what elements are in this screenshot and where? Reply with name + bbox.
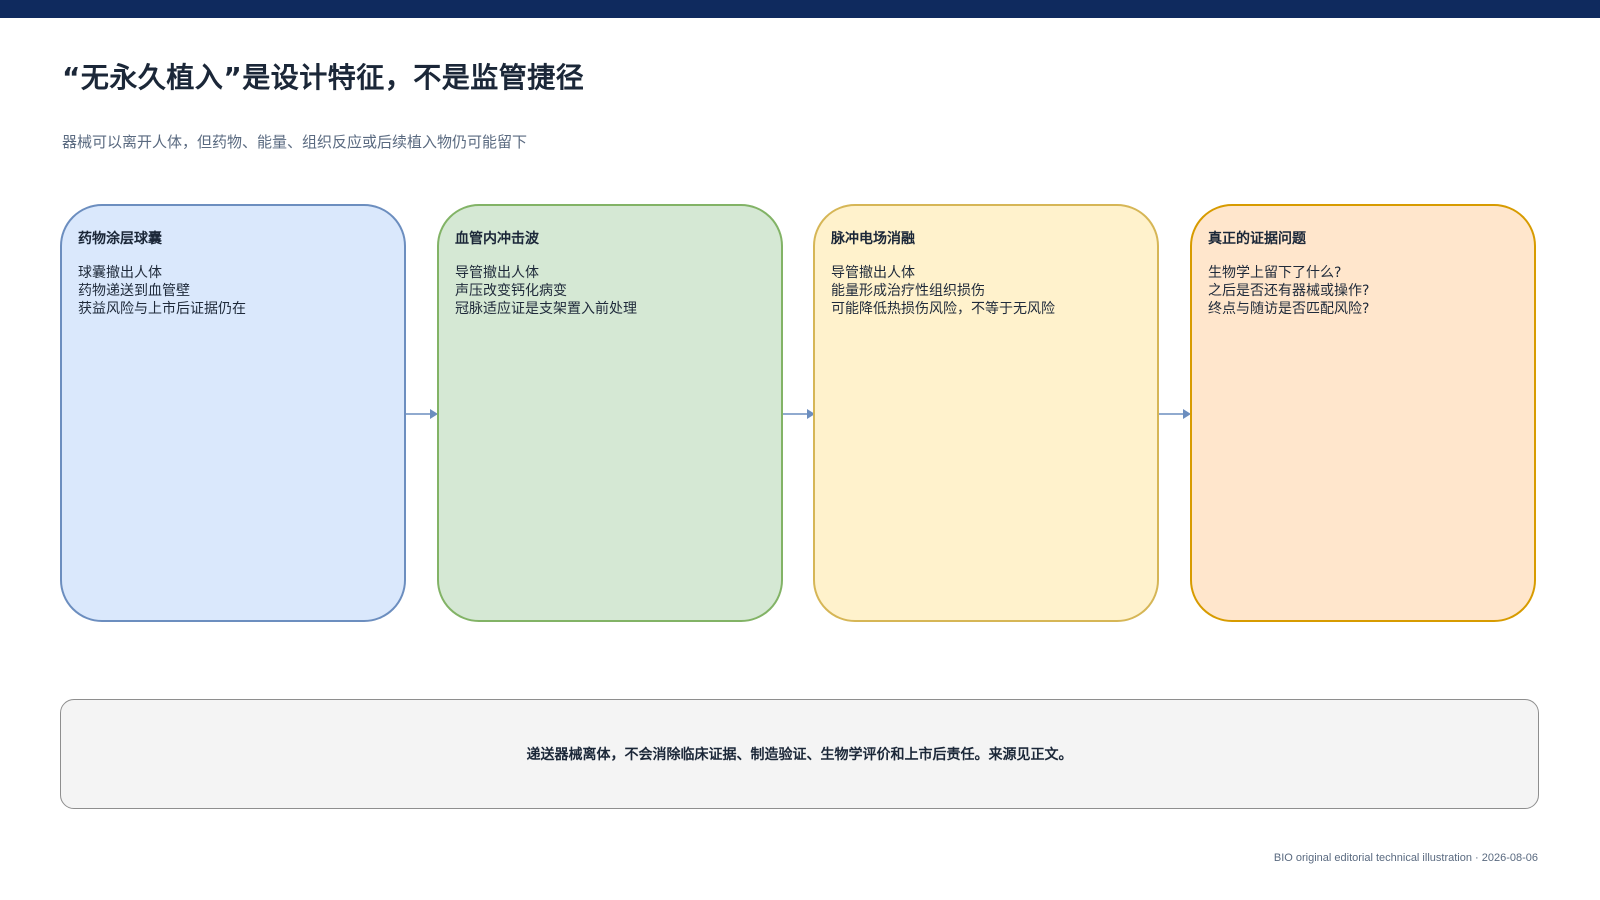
card-line: 导管撤出人体 bbox=[455, 265, 539, 281]
card-line: 获益风险与上市后证据仍在 bbox=[78, 301, 246, 317]
card-line: 声压改变钙化病变 bbox=[455, 283, 567, 299]
summary-box: 递送器械离体，不会消除临床证据、制造验证、生物学评价和上市后责任。来源见正文。 bbox=[60, 699, 1539, 809]
card-evidence-questions: 真正的证据问题 生物学上留下了什么? 之后是否还有器械或操作? 终点与随访是否匹… bbox=[1190, 204, 1536, 622]
card-line: 之后是否还有器械或操作? bbox=[1208, 283, 1370, 299]
card-title: 血管内冲击波 bbox=[455, 231, 539, 247]
card-pulsed-field-ablation: 脉冲电场消融 导管撤出人体 能量形成治疗性组织损伤 可能降低热损伤风险，不等于无… bbox=[813, 204, 1159, 622]
card-line: 导管撤出人体 bbox=[831, 265, 915, 281]
arrow-connector-3 bbox=[1159, 409, 1191, 419]
card-line: 球囊撤出人体 bbox=[78, 265, 162, 281]
card-line: 可能降低热损伤风险，不等于无风险 bbox=[831, 301, 1055, 317]
arrow-connector-2 bbox=[783, 409, 815, 419]
page-title: “无永久植入”是设计特征，不是监管捷径 bbox=[62, 61, 585, 94]
card-line: 能量形成治疗性组织损伤 bbox=[831, 283, 985, 299]
arrow-connector-1 bbox=[406, 409, 438, 419]
card-title: 脉冲电场消融 bbox=[831, 231, 915, 247]
page-subtitle: 器械可以离开人体，但药物、能量、组织反应或后续植入物仍可能留下 bbox=[62, 133, 528, 151]
summary-text: 递送器械离体，不会消除临床证据、制造验证、生物学评价和上市后责任。来源见正文。 bbox=[526, 747, 1073, 763]
card-line: 终点与随访是否匹配风险? bbox=[1208, 301, 1370, 317]
card-line: 生物学上留下了什么? bbox=[1208, 265, 1342, 281]
footer-credit: BIO original editorial technical illustr… bbox=[1273, 852, 1538, 864]
card-intravascular-lithotripsy: 血管内冲击波 导管撤出人体 声压改变钙化病变 冠脉适应证是支架置入前处理 bbox=[437, 204, 783, 622]
card-drug-coated-balloon: 药物涂层球囊 球囊撤出人体 药物递送到血管壁 获益风险与上市后证据仍在 bbox=[60, 204, 406, 622]
card-line: 药物递送到血管壁 bbox=[78, 283, 190, 299]
card-line: 冠脉适应证是支架置入前处理 bbox=[455, 301, 637, 317]
card-title: 真正的证据问题 bbox=[1208, 231, 1306, 247]
card-title: 药物涂层球囊 bbox=[78, 231, 162, 247]
top-accent-bar bbox=[0, 0, 1600, 18]
